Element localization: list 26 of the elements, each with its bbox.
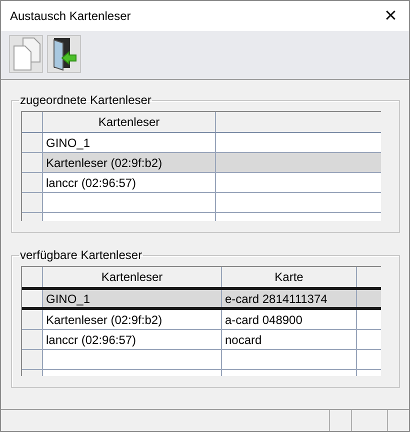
documents-icon [11,36,41,72]
table-cell: lanccr (02:96:57) [43,330,222,349]
row-header[interactable] [22,133,43,152]
exit-button[interactable] [47,35,81,73]
table-row[interactable]: Kartenleser (02:9f:b2) [22,153,381,173]
table-cell: Kartenleser (02:9f:b2) [43,153,216,172]
table-row[interactable]: GINO_1 e-card 2814111374 [22,287,381,310]
table-row[interactable]: Kartenleser (02:9f:b2) a-card 048900 [22,310,381,330]
group-title: verfügbare Kartenleser [19,248,144,262]
row-header[interactable] [22,153,43,172]
table-cell: a-card 048900 [222,310,357,329]
table-cell: GINO_1 [43,133,216,152]
window-title: Austausch Kartenleser [10,9,131,23]
table-cell: nocard [222,330,357,349]
table-row[interactable]: lanccr (02:96:57) nocard [22,330,381,350]
row-header[interactable] [22,290,43,307]
group-title: zugeordnete Kartenleser [19,93,152,107]
table-row[interactable]: lanccr (02:96:57) [22,173,381,193]
row-header[interactable] [22,330,43,349]
row-header[interactable] [22,310,43,329]
table-cell: Kartenleser (02:9f:b2) [43,310,222,329]
close-button[interactable]: ✕ [380,6,401,26]
table-cell: e-card 2814111374 [222,290,357,307]
row-header[interactable] [22,173,43,192]
table-cell: lanccr (02:96:57) [43,173,216,192]
table-cell: GINO_1 [43,290,222,307]
